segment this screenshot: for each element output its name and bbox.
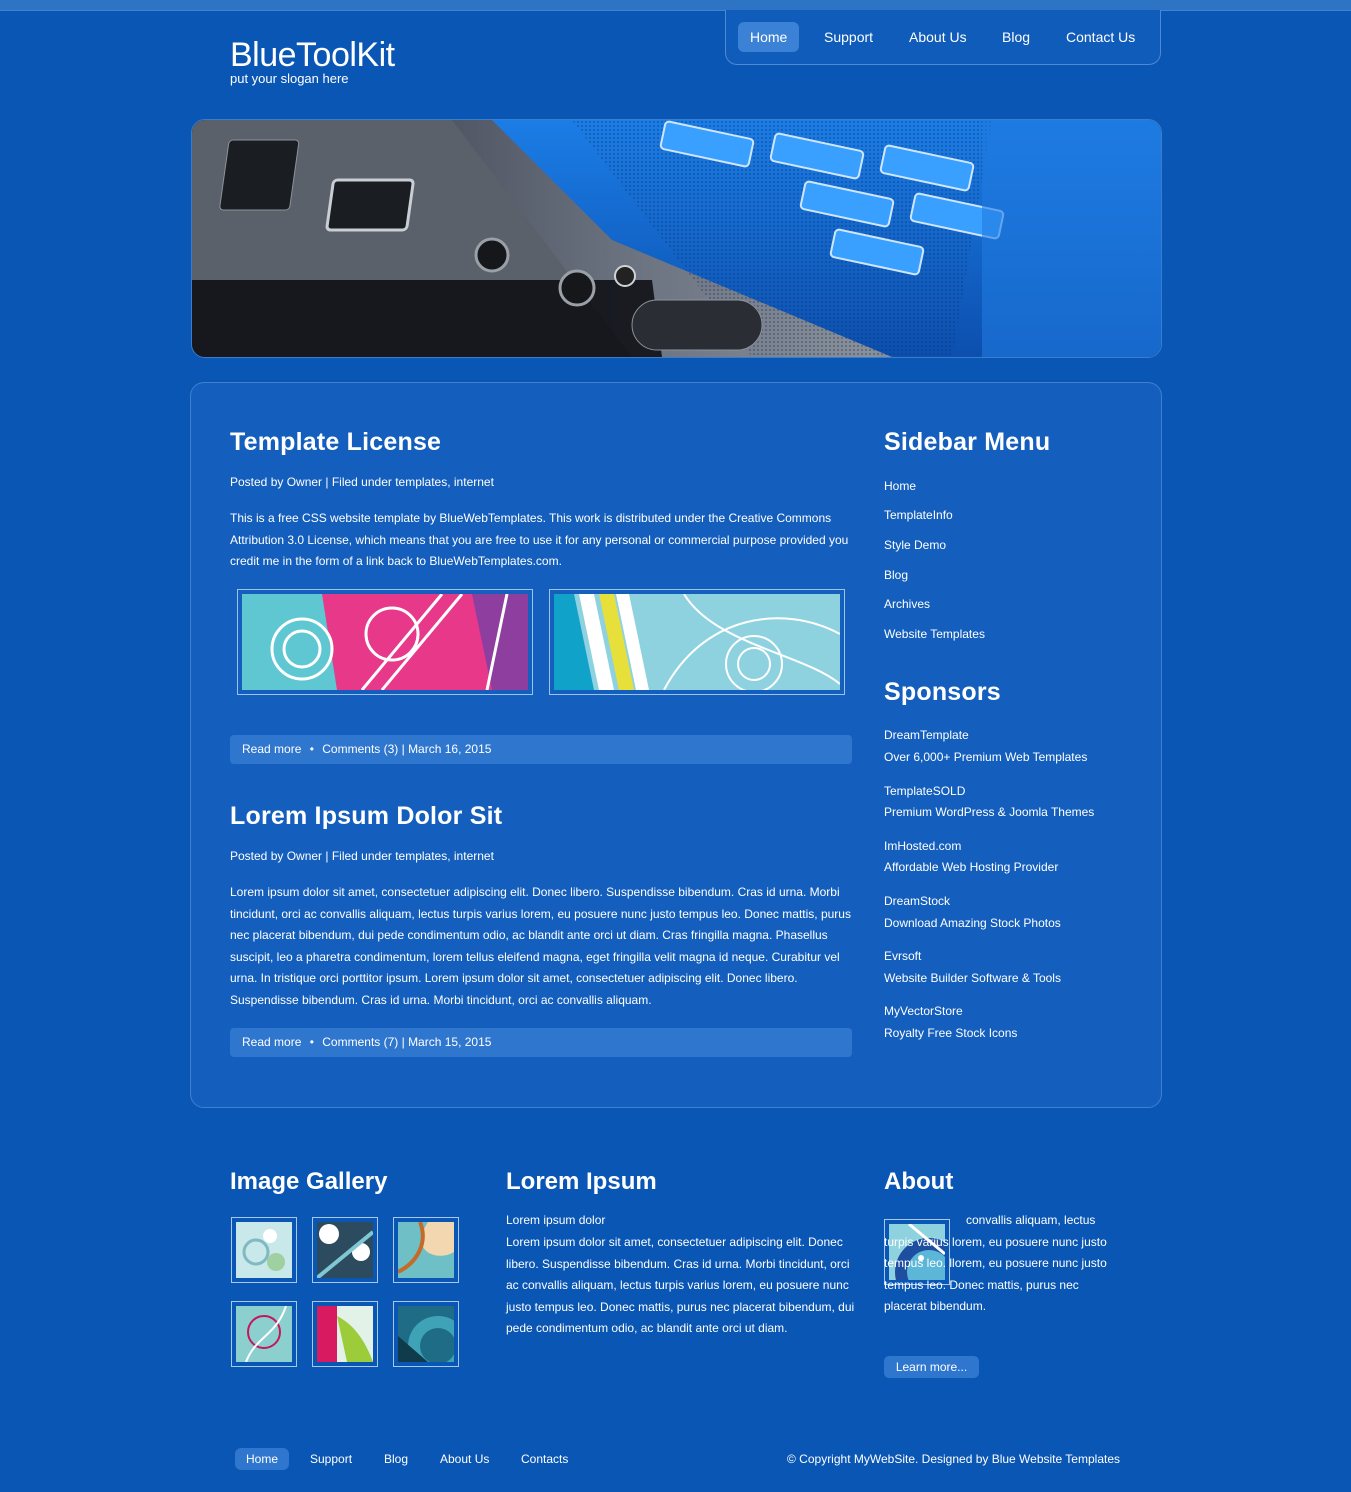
gallery-thumb[interactable] xyxy=(393,1301,468,1376)
sidebar-item-style-demo[interactable]: Style Demo xyxy=(884,538,946,552)
post-image-1[interactable] xyxy=(237,589,533,695)
abstract-art-image xyxy=(242,594,528,690)
post-meta: Posted by Owner | Filed under templates,… xyxy=(230,475,494,489)
sponsor-name[interactable]: TemplateSOLD xyxy=(884,784,965,798)
nav-about-us[interactable]: About Us xyxy=(897,22,979,52)
lorem-title: Lorem Ipsum xyxy=(506,1168,657,1195)
read-more-link[interactable]: Read more xyxy=(242,1035,301,1049)
about-title: About xyxy=(884,1168,954,1195)
bullet-separator: • xyxy=(309,1035,314,1049)
post-footer-bar: Read more • Comments (3) | March 16, 201… xyxy=(230,735,852,764)
main-nav: Home Support About Us Blog Contact Us xyxy=(725,10,1161,65)
sponsors-title: Sponsors xyxy=(884,678,1001,706)
laptop-image xyxy=(192,120,1161,357)
sponsor-name[interactable]: DreamTemplate xyxy=(884,728,969,742)
post-body: This is a free CSS website template by B… xyxy=(230,511,849,569)
bullet-separator: • xyxy=(309,742,314,756)
sidebar-item-blog[interactable]: Blog xyxy=(884,568,908,582)
nav-contact-us[interactable]: Contact Us xyxy=(1054,22,1147,52)
read-more-link[interactable]: Read more xyxy=(242,742,301,756)
post-body: Lorem ipsum dolor sit amet, consectetuer… xyxy=(230,885,851,1007)
comments-link[interactable]: Comments (3) | March 16, 2015 xyxy=(322,742,491,756)
post-image-2[interactable] xyxy=(549,589,845,695)
lorem-line: Lorem ipsum dolor xyxy=(506,1213,606,1227)
gallery-title: Image Gallery xyxy=(230,1168,388,1195)
post-footer-bar: Read more • Comments (7) | March 15, 201… xyxy=(230,1028,852,1057)
sponsor-name[interactable]: ImHosted.com xyxy=(884,839,961,853)
sponsor-name[interactable]: MyVectorStore xyxy=(884,1004,963,1018)
gallery-image xyxy=(315,1222,375,1280)
sponsor-desc[interactable]: Premium WordPress & Joomla Themes xyxy=(884,805,1094,819)
sponsor-name[interactable]: Evrsoft xyxy=(884,949,921,963)
gallery-image xyxy=(398,1306,468,1376)
learn-more-button[interactable]: Learn more... xyxy=(884,1356,979,1378)
sidebar-item-website-templates[interactable]: Website Templates xyxy=(884,627,985,641)
gallery-image xyxy=(317,1306,373,1362)
sidebar-item-home[interactable]: Home xyxy=(884,479,916,493)
sidebar-item-archives[interactable]: Archives xyxy=(884,597,930,611)
about-body: convallis aliquam, lectus turpis varius … xyxy=(884,1213,1107,1314)
nav-home[interactable]: Home xyxy=(738,22,800,52)
lorem-body: Lorem ipsum dolor sit amet, consectetuer… xyxy=(506,1235,855,1336)
sponsor-desc[interactable]: Affordable Web Hosting Provider xyxy=(884,860,1058,874)
sponsor-desc[interactable]: Download Amazing Stock Photos xyxy=(884,916,1061,930)
gallery-thumb[interactable] xyxy=(312,1217,378,1283)
nav-support[interactable]: Support xyxy=(812,22,885,52)
copyright-text: © Copyright MyWebSite. Designed by Blue … xyxy=(787,1452,1120,1466)
gallery-image xyxy=(236,1222,292,1278)
gallery-thumb[interactable] xyxy=(231,1301,297,1367)
gallery-image xyxy=(236,1305,292,1363)
sidebar-item-templateinfo[interactable]: TemplateInfo xyxy=(884,508,953,522)
abstract-art-image xyxy=(554,594,840,690)
site-logo[interactable]: BlueToolKit put your slogan here xyxy=(230,36,395,86)
comments-link[interactable]: Comments (7) | March 15, 2015 xyxy=(322,1035,491,1049)
gallery-image xyxy=(397,1221,454,1278)
hero-banner xyxy=(191,119,1162,358)
post-title[interactable]: Template License xyxy=(230,428,441,457)
sponsor-desc[interactable]: Over 6,000+ Premium Web Templates xyxy=(884,750,1087,764)
gallery-thumb[interactable] xyxy=(231,1217,297,1283)
sponsor-desc[interactable]: Royalty Free Stock Icons xyxy=(884,1026,1017,1040)
post-meta: Posted by Owner | Filed under templates,… xyxy=(230,849,494,863)
site-name: BlueToolKit xyxy=(230,36,395,74)
footer-nav-home[interactable]: Home xyxy=(235,1448,290,1470)
footer-nav-contacts[interactable]: Contacts xyxy=(510,1448,579,1470)
sponsor-desc[interactable]: Website Builder Software & Tools xyxy=(884,971,1061,985)
sidebar-title: Sidebar Menu xyxy=(884,428,1051,456)
post-title[interactable]: Lorem Ipsum Dolor Sit xyxy=(230,802,502,831)
gallery-thumb[interactable] xyxy=(393,1217,459,1283)
site-slogan: put your slogan here xyxy=(230,71,349,86)
footer-nav-about-us[interactable]: About Us xyxy=(429,1448,500,1470)
footer-nav-support[interactable]: Support xyxy=(299,1448,363,1470)
gallery-thumb[interactable] xyxy=(312,1301,378,1367)
footer-nav-blog[interactable]: Blog xyxy=(373,1448,419,1470)
nav-blog[interactable]: Blog xyxy=(990,22,1042,52)
sponsor-name[interactable]: DreamStock xyxy=(884,894,950,908)
